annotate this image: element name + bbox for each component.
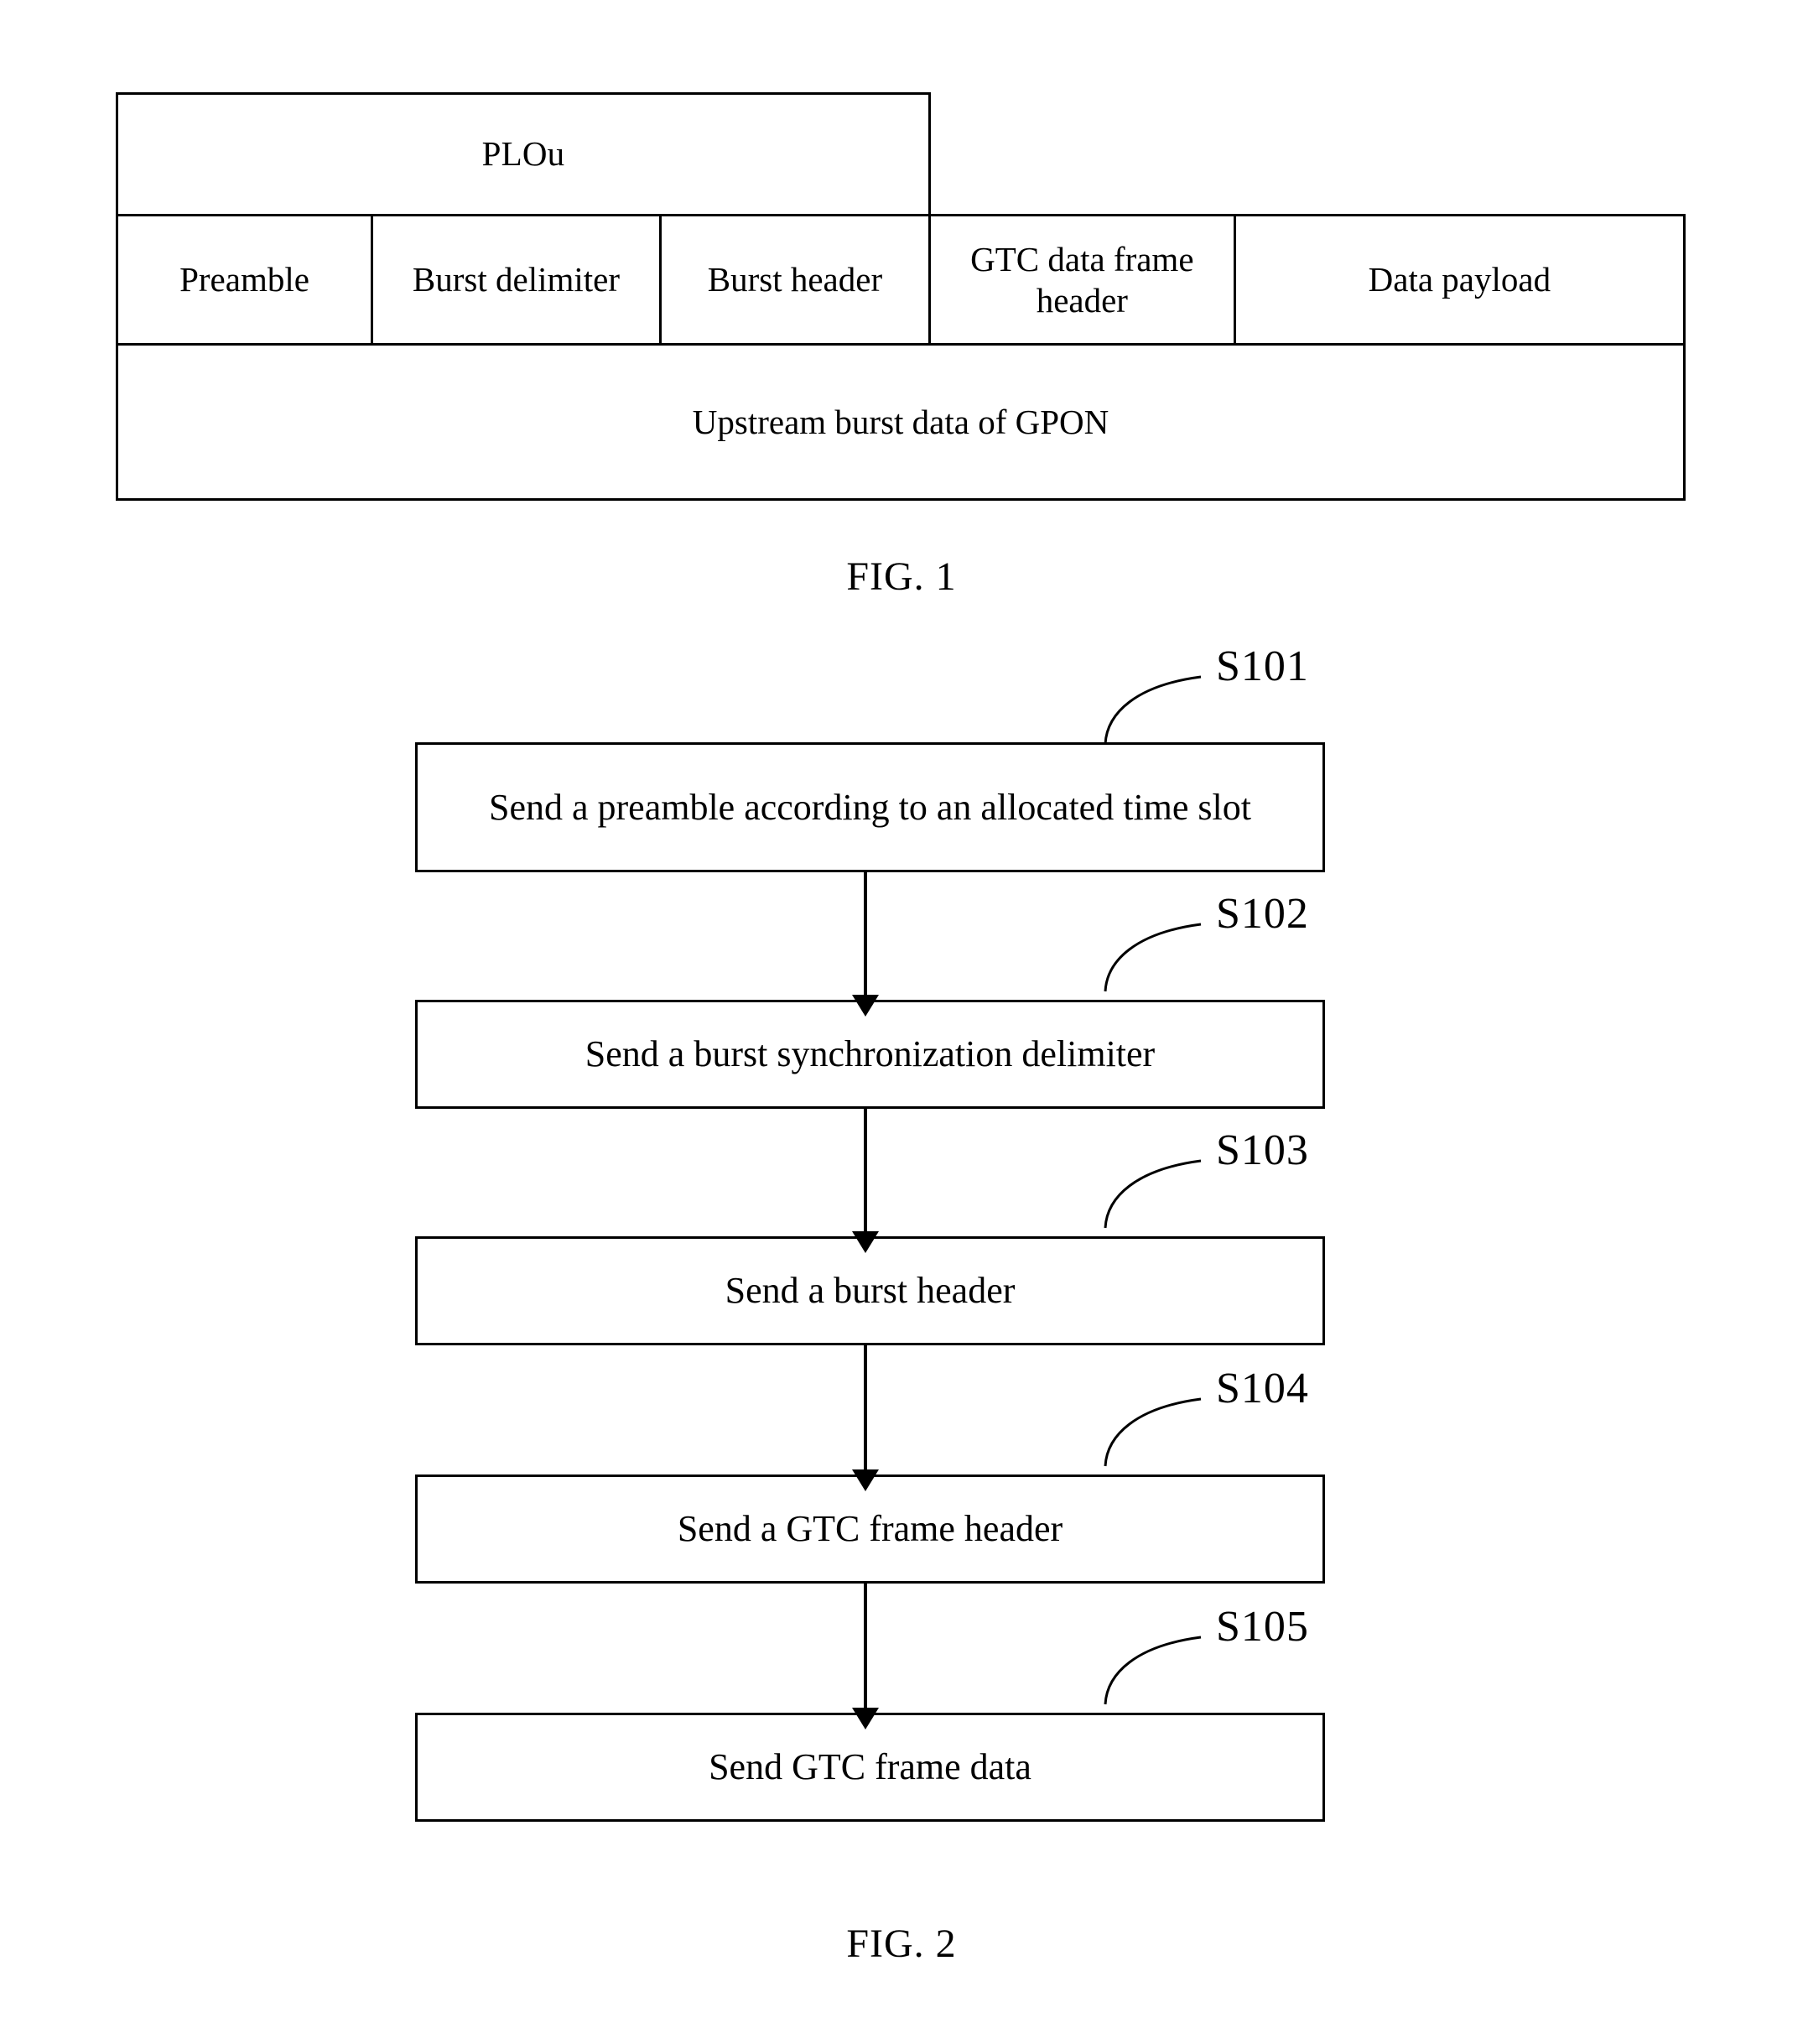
cell-upstream-burst-data-label: Upstream burst data of GPON [692,403,1109,441]
flow-step-s101: Send a preamble according to an allocate… [415,742,1325,872]
cell-burst-delimiter: Burst delimiter [373,216,662,343]
figure-2-caption: FIG. 2 [846,1922,957,1966]
flow-step-label-s104: S104 [1216,1365,1309,1412]
flow-step-s103: Send a burst header [415,1236,1325,1345]
cell-preamble: Preamble [118,216,374,343]
leader-line-s101 [1104,675,1202,745]
leader-line-s105 [1104,1636,1202,1705]
cell-burst-header: Burst header [662,216,931,343]
flow-arrow-s102-s103 [852,1109,879,1253]
flow-step-s103-text: Send a burst header [725,1270,1016,1312]
leader-line-s104 [1104,1397,1202,1467]
flow-step-s105: Send GTC frame data [415,1713,1325,1822]
leader-line-s103 [1104,1159,1202,1229]
flow-step-s105-text: Send GTC frame data [709,1746,1031,1788]
flow-step-s104-text: Send a GTC frame header [677,1508,1063,1550]
flow-arrow-s101-s102 [852,872,879,1017]
flow-arrow-s104-s105 [852,1584,879,1729]
table-row-plou: PLOu [116,92,931,214]
figure-1-caption: FIG. 1 [846,554,957,599]
flow-step-s102-text: Send a burst synchronization delimiter [585,1033,1156,1075]
leader-line-s102 [1104,923,1202,992]
table-row-components: Preamble Burst delimiter Burst header GT… [116,214,1686,346]
flow-step-label-s101: S101 [1216,642,1309,690]
cell-burst-delimiter-label: Burst delimiter [412,260,621,299]
flow-step-label-s105: S105 [1216,1603,1309,1651]
flow-step-label-s103: S103 [1216,1126,1309,1174]
figure-2: Send a preamble according to an allocate… [0,637,1803,2044]
flow-step-s101-text: Send a preamble according to an allocate… [488,786,1251,828]
cell-plou-label: PLOu [481,134,565,174]
cell-data-payload: Data payload [1236,216,1683,343]
cell-data-payload-label: Data payload [1368,260,1551,299]
figure-1: PLOu Preamble Burst delimiter Burst head… [0,0,1803,637]
flow-step-s104: Send a GTC frame header [415,1474,1325,1584]
gpon-burst-structure-table: PLOu Preamble Burst delimiter Burst head… [116,92,1686,501]
cell-gtc-data-frame-header: GTC data frame header [931,216,1236,343]
cell-gtc-data-frame-header-label: GTC data frame header [970,240,1194,320]
table-row-upstream-burst-data: Upstream burst data of GPON [116,346,1686,501]
cell-preamble-label: Preamble [179,260,309,299]
flow-step-s102: Send a burst synchronization delimiter [415,1000,1325,1109]
flow-arrow-s103-s104 [852,1345,879,1491]
flow-step-label-s102: S102 [1216,890,1309,938]
cell-burst-header-label: Burst header [707,260,883,299]
